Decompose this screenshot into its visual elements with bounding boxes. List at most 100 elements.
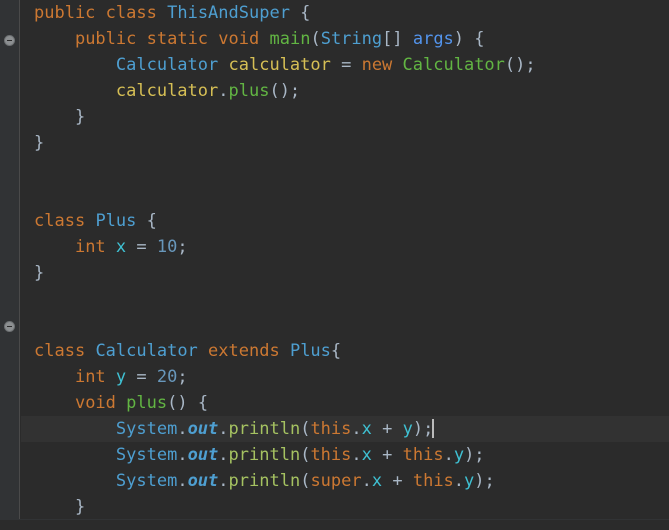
token-brace: ); xyxy=(412,419,434,439)
code-line-12[interactable] xyxy=(21,286,669,312)
code-line-content: calculator.plus(); xyxy=(21,78,300,104)
code-line-18[interactable]: System.out.println(this.x + this.y); xyxy=(21,442,669,468)
token-brace: { xyxy=(330,341,342,361)
code-line-4[interactable]: calculator.plus(); xyxy=(21,78,669,104)
token-brace: } xyxy=(34,497,86,517)
token-field: x xyxy=(115,237,127,257)
token-field: x xyxy=(361,419,372,439)
token-brace: { xyxy=(289,3,311,23)
token-call: println xyxy=(228,471,301,491)
token-plain: . xyxy=(177,471,188,491)
token-field: y xyxy=(453,445,465,465)
token-statfld: out xyxy=(187,471,219,491)
token-type: Plus xyxy=(289,341,331,361)
token-method: main xyxy=(269,29,311,49)
token-brace: { xyxy=(136,211,157,231)
token-plain: + xyxy=(382,471,413,491)
token-plain: = xyxy=(126,367,157,387)
code-line-content: System.out.println(this.x + y); xyxy=(21,416,435,442)
token-plain: + xyxy=(371,445,403,465)
editor-bottom-strip xyxy=(0,519,669,530)
code-line-content: void plus() { xyxy=(21,390,208,416)
token-field: x xyxy=(361,445,372,465)
code-line-content: class Plus { xyxy=(21,208,157,234)
code-line-16[interactable]: void plus() { xyxy=(21,390,669,416)
minus-circle-icon[interactable] xyxy=(4,321,15,332)
token-kw: this xyxy=(310,445,352,465)
token-type: Calculator xyxy=(95,341,198,361)
token-kw: public xyxy=(34,3,96,23)
code-line-2[interactable]: public static void main(String[] args) { xyxy=(21,26,669,52)
code-line-10[interactable]: int x = 10; xyxy=(21,234,669,260)
code-line-5[interactable]: } xyxy=(21,104,669,130)
text-caret xyxy=(432,419,435,438)
code-line-20[interactable]: } xyxy=(21,494,669,519)
code-line-content: System.out.println(super.x + this.y); xyxy=(21,468,495,494)
token-plain: = xyxy=(330,55,362,75)
token-plain: = xyxy=(126,237,157,257)
token-plain: . xyxy=(351,445,362,465)
token-plain: ; xyxy=(177,367,188,387)
code-line-6[interactable]: } xyxy=(21,130,669,156)
code-line-content: class Calculator extends Plus{ xyxy=(21,338,341,364)
token-brace: (); xyxy=(504,55,536,75)
code-line-15[interactable]: int y = 20; xyxy=(21,364,669,390)
code-text-area[interactable]: public class ThisAndSuper { public stati… xyxy=(21,0,669,519)
token-sysfld: System xyxy=(115,471,178,491)
code-line-content: int y = 20; xyxy=(21,364,188,390)
token-brace: } xyxy=(34,107,86,127)
minus-circle-icon[interactable] xyxy=(4,35,15,46)
token-kw: class xyxy=(105,3,157,23)
code-line-13[interactable] xyxy=(21,312,669,338)
code-line-19[interactable]: System.out.println(super.x + this.y); xyxy=(21,468,669,494)
token-ctor: Calculator xyxy=(402,55,505,75)
code-line-content: } xyxy=(21,260,44,286)
token-kw: extends xyxy=(208,341,280,361)
editor-gutter[interactable] xyxy=(0,0,20,519)
token-param: args xyxy=(412,29,454,49)
code-editor[interactable]: public class ThisAndSuper { public stati… xyxy=(0,0,669,530)
token-brace: } xyxy=(34,263,45,283)
token-num: 10 xyxy=(156,237,178,257)
token-type: String xyxy=(320,29,383,49)
token-brace: ( xyxy=(300,471,311,491)
code-line-7[interactable] xyxy=(21,156,669,182)
token-plain: . xyxy=(443,445,454,465)
token-plain: . xyxy=(218,471,229,491)
token-plain: + xyxy=(371,419,403,439)
code-line-1[interactable]: public class ThisAndSuper { xyxy=(21,0,669,26)
token-plain: ; xyxy=(177,237,188,257)
token-brace: ); xyxy=(464,445,485,465)
code-line-9[interactable]: class Plus { xyxy=(21,208,669,234)
token-method: plus xyxy=(126,393,168,413)
token-localv: calculator xyxy=(228,55,331,75)
code-line-17[interactable]: System.out.println(this.x + y); xyxy=(21,416,669,442)
token-type: Calculator xyxy=(115,55,219,75)
token-plain: . xyxy=(177,445,188,465)
code-line-14[interactable]: class Calculator extends Plus{ xyxy=(21,338,669,364)
code-line-8[interactable] xyxy=(21,182,669,208)
token-kw: static xyxy=(146,29,209,49)
token-brace: ( xyxy=(310,29,321,49)
code-line-11[interactable]: } xyxy=(21,260,669,286)
token-brace: ); xyxy=(474,471,495,491)
token-num: 20 xyxy=(156,367,178,387)
code-line-3[interactable]: Calculator calculator = new Calculator()… xyxy=(21,52,669,78)
token-kw: this xyxy=(310,419,352,439)
